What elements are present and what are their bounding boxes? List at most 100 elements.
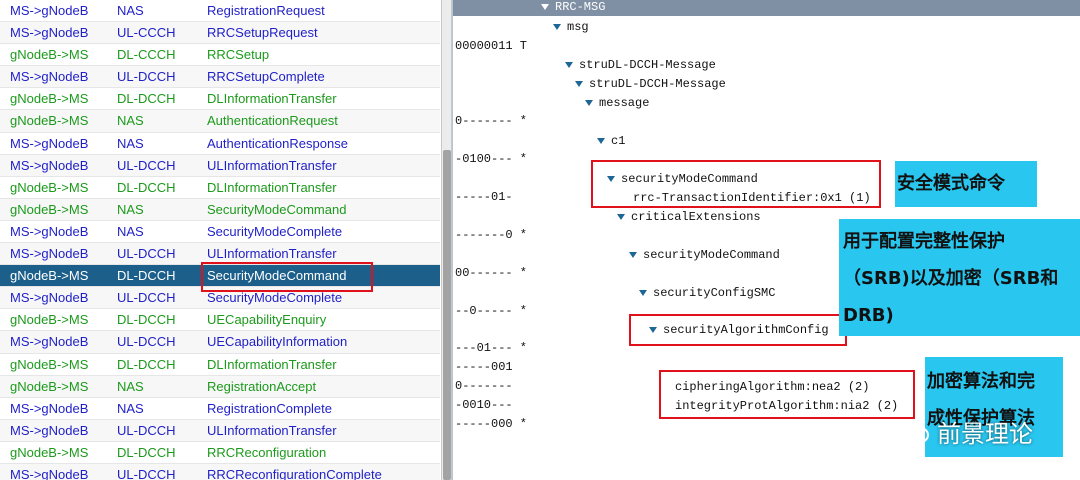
message-channel: UL-CCCH (117, 25, 176, 41)
tree-node-criticalextensions[interactable]: criticalExtensions (617, 210, 761, 224)
message-direction: MS->gNodeB (10, 290, 89, 306)
message-channel: DL-DCCH (117, 356, 176, 372)
message-row[interactable]: gNodeB->MS DL-DCCH DLInformationTransfer (0, 176, 440, 199)
decode-tree-pane: 00000011 T 0------- * -0100--- * -----01… (452, 0, 1080, 480)
message-direction: gNodeB->MS (10, 378, 89, 394)
tree-node-label: struDL-DCCH-Message (579, 58, 716, 72)
message-row[interactable]: gNodeB->MS NAS AuthenticationRequest (0, 110, 440, 133)
message-name: SecurityModeComplete (207, 223, 343, 239)
message-name: AuthenticationResponse (207, 135, 348, 151)
message-name: AuthenticationRequest (207, 113, 338, 129)
tree-node-message[interactable]: message (585, 96, 649, 110)
message-row[interactable]: MS->gNodeB UL-DCCH ULInformationTransfer (0, 419, 440, 442)
message-direction: MS->gNodeB (10, 135, 89, 151)
callout-text: 安全模式命令 (897, 173, 1005, 194)
tree-node-label: RRC-MSG (555, 0, 606, 14)
bit-pattern: 0------- * (455, 114, 528, 128)
message-row[interactable]: gNodeB->MS DL-DCCH RRCReconfiguration (0, 441, 440, 464)
bit-pattern: -----001 (455, 360, 513, 374)
message-channel: NAS (117, 400, 144, 416)
message-list-scrollbar[interactable] (441, 0, 452, 480)
bit-pattern: --0----- * (455, 304, 528, 318)
message-list: MS->gNodeB NAS RegistrationRequest MS->gNod… (0, 0, 440, 480)
callout-text: 加密算法和完 (927, 371, 1035, 392)
message-row[interactable]: gNodeB->MS DL-DCCH DLInformationTransfer (0, 88, 440, 111)
bit-pattern: -0100--- * (455, 152, 528, 166)
tree-node-securityconfigsmc[interactable]: securityConfigSMC (639, 286, 775, 300)
message-channel: DL-DCCH (117, 312, 176, 328)
message-direction: gNodeB->MS (10, 268, 89, 284)
annotation-callout: 安全模式命令 (895, 161, 1037, 207)
security-algorithm-config-highlight (629, 314, 847, 346)
message-row[interactable]: MS->gNodeB NAS RegistrationRequest (0, 0, 440, 23)
message-channel: UL-DCCH (117, 246, 176, 262)
message-row[interactable]: MS->gNodeB UL-DCCH RRCSetupComplete (0, 66, 440, 89)
message-name: RRCReconfigurationComplete (207, 466, 382, 480)
watermark-text: 前景理论 (937, 420, 1033, 448)
message-name: RRCSetupComplete (207, 69, 325, 85)
expand-arrow-icon[interactable] (565, 62, 573, 68)
message-name: UECapabilityInformation (207, 334, 348, 350)
message-rows: MS->gNodeB NAS RegistrationRequest MS->gNod… (0, 0, 440, 480)
message-channel: NAS (117, 201, 144, 217)
bit-pattern: 00000011 T (455, 39, 528, 53)
message-name: UECapabilityEnquiry (207, 312, 327, 328)
message-row[interactable]: gNodeB->MS NAS RegistrationAccept (0, 375, 440, 398)
message-direction: MS->gNodeB (10, 334, 89, 350)
expand-arrow-icon[interactable] (553, 24, 561, 30)
selected-message-highlight (201, 262, 373, 292)
scrollbar-thumb[interactable] (443, 150, 451, 480)
message-direction: MS->gNodeB (10, 25, 89, 41)
expand-arrow-icon[interactable] (597, 138, 605, 144)
bit-pattern: 00------ * (455, 266, 528, 280)
message-direction: MS->gNodeB (10, 223, 89, 239)
expand-arrow-icon[interactable] (639, 290, 647, 296)
tree-node-c1[interactable]: c1 (597, 134, 625, 148)
message-channel: NAS (117, 135, 144, 151)
bit-pattern: -----01- (455, 190, 513, 204)
message-channel: UL-DCCH (117, 157, 176, 173)
callout-text: （SRB)以及加密（SRB和 (843, 268, 1059, 289)
message-row[interactable]: MS->gNodeB UL-DCCH UECapabilityInformation (0, 331, 440, 354)
message-row[interactable]: gNodeB->MS DL-DCCH UECapabilityEnquiry (0, 309, 440, 332)
message-name: RegistrationAccept (207, 378, 317, 394)
callout-text: 用于配置完整性保护 (843, 231, 1005, 252)
tree-node-rrc-msg[interactable]: RRC-MSG (541, 0, 605, 14)
expand-arrow-icon[interactable] (585, 100, 593, 106)
message-channel: NAS (117, 223, 144, 239)
expand-arrow-icon[interactable] (617, 214, 625, 220)
message-channel: UL-DCCH (117, 69, 176, 85)
message-row[interactable]: MS->gNodeB NAS AuthenticationResponse (0, 132, 440, 155)
message-row[interactable]: MS->gNodeB UL-DCCH RRCReconfigurationCompl… (0, 463, 440, 480)
message-name: RRCSetupRequest (207, 25, 318, 41)
callout-text: DRB) (843, 305, 894, 326)
message-row[interactable]: gNodeB->MS DL-CCCH RRCSetup (0, 44, 440, 67)
tree-node-msg[interactable]: msg (553, 20, 589, 34)
message-row[interactable]: MS->gNodeB UL-DCCH ULInformationTransfer (0, 154, 440, 177)
tree-node-label: msg (567, 20, 589, 34)
tree-node-strudl-dcch-message[interactable]: struDL-DCCH-Message (575, 77, 726, 91)
message-channel: UL-DCCH (117, 466, 176, 480)
message-row[interactable]: MS->gNodeB NAS SecurityModeComplete (0, 220, 440, 244)
message-channel: UL-DCCH (117, 290, 176, 306)
message-row[interactable]: MS->gNodeB NAS RegistrationComplete (0, 397, 440, 420)
message-channel: UL-DCCH (117, 334, 176, 350)
bit-pattern: -----000 * (455, 417, 528, 431)
message-row[interactable]: gNodeB->MS NAS SecurityModeCommand (0, 198, 440, 221)
message-row[interactable]: gNodeB->MS DL-DCCH DLInformationTransfer (0, 353, 440, 376)
expand-arrow-icon[interactable] (629, 252, 637, 258)
tree-node-strudl-dcch-message[interactable]: struDL-DCCH-Message (565, 58, 716, 72)
message-channel: DL-DCCH (117, 179, 176, 195)
security-mode-command-highlight (591, 160, 881, 208)
message-channel: NAS (117, 113, 144, 129)
expand-arrow-icon[interactable] (575, 81, 583, 87)
tree-node-label: securityConfigSMC (653, 286, 776, 300)
message-direction: MS->gNodeB (10, 246, 89, 262)
expand-arrow-icon[interactable] (541, 4, 549, 10)
tree-node-label: securityModeCommand (643, 248, 780, 262)
bit-pattern: ---01--- * (455, 341, 528, 355)
message-name: ULInformationTransfer (207, 157, 337, 173)
message-row[interactable]: MS->gNodeB UL-CCCH RRCSetupRequest (0, 22, 440, 45)
bit-pattern: -0010--- (455, 398, 513, 412)
tree-node-securitymodecommand-ies[interactable]: securityModeCommand (629, 248, 780, 262)
